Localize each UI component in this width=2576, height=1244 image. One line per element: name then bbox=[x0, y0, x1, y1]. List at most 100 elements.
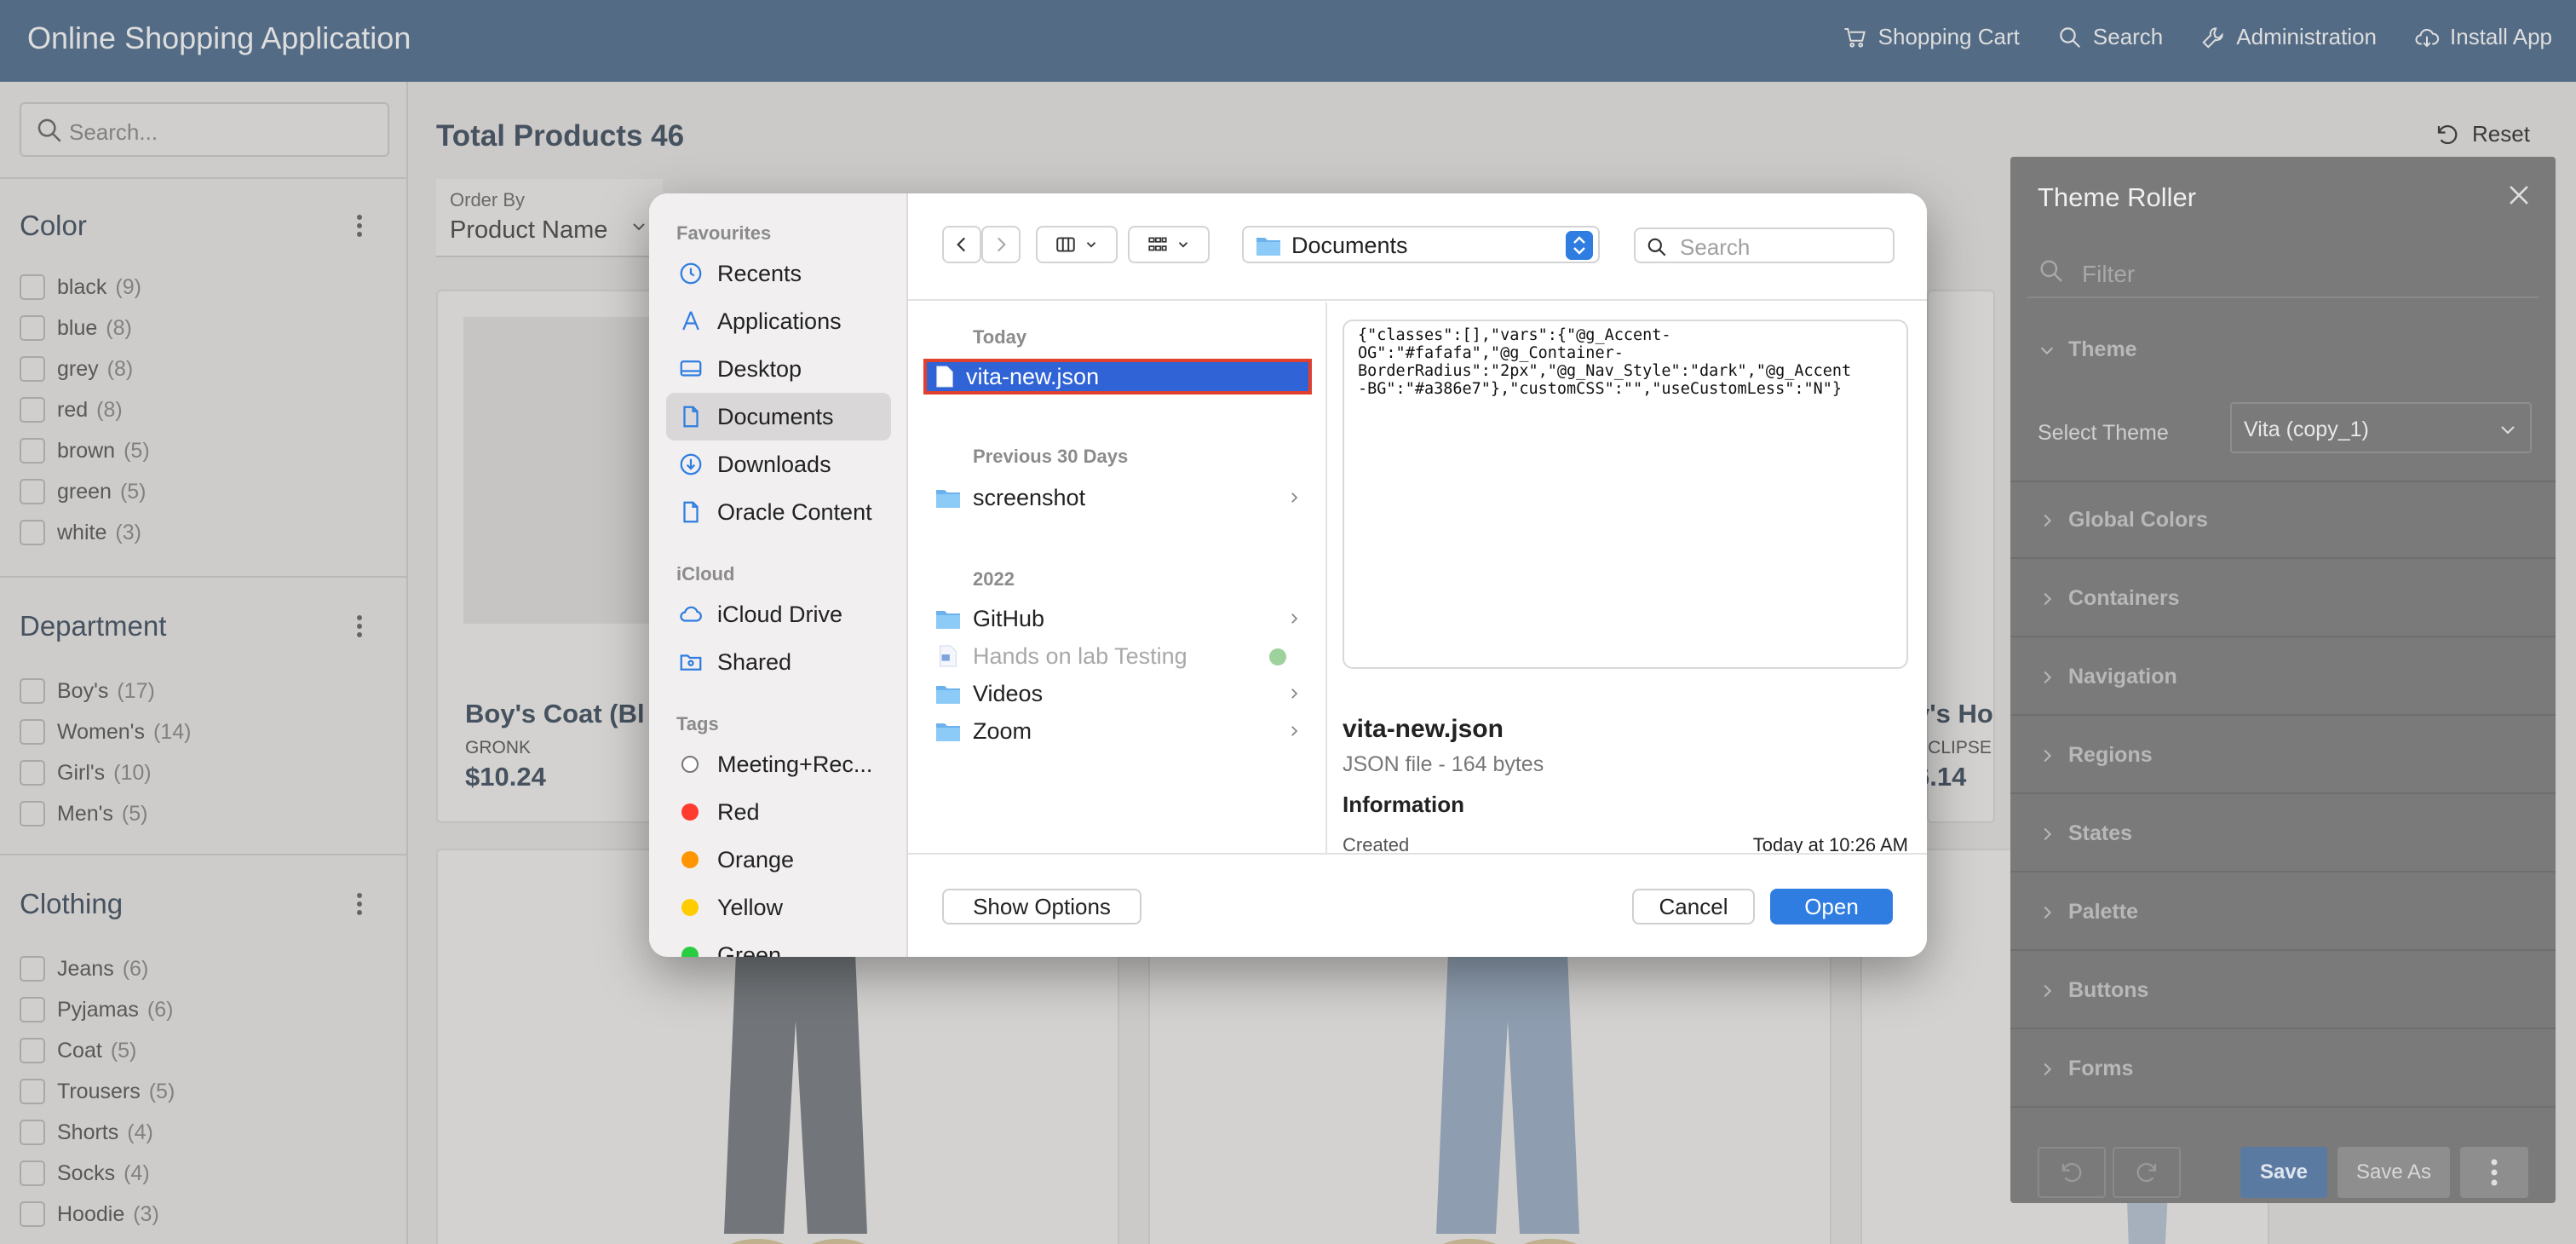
folder-row-github[interactable]: GitHub bbox=[923, 601, 1312, 636]
theme-roller-filter-input[interactable]: Filter bbox=[2027, 242, 2539, 298]
save-button[interactable]: Save bbox=[2240, 1147, 2327, 1198]
preview-information-heading: Information bbox=[1343, 792, 1464, 817]
sidebar-item-recents[interactable]: Recents bbox=[666, 250, 891, 297]
location-label: Documents bbox=[1291, 233, 1408, 258]
section-states[interactable]: States bbox=[2010, 796, 2556, 873]
undo-button[interactable] bbox=[2038, 1147, 2106, 1198]
section-label: Navigation bbox=[2068, 665, 2177, 688]
section-global-colors[interactable]: Global Colors bbox=[2010, 482, 2556, 559]
tag-color-icon bbox=[681, 803, 699, 821]
chevron-right-icon bbox=[1291, 688, 1298, 699]
chevron-right-icon bbox=[2044, 906, 2052, 919]
select-theme-row: Select Theme Vita (copy_1) bbox=[2010, 380, 2556, 482]
sidebar-item-label: iCloud Drive bbox=[717, 601, 843, 627]
section-containers[interactable]: Containers bbox=[2010, 561, 2556, 637]
sidebar-item-downloads[interactable]: Downloads bbox=[666, 441, 891, 488]
folder-row-videos[interactable]: Videos bbox=[923, 676, 1312, 711]
sidebar-item-oracle-content[interactable]: Oracle Content bbox=[666, 488, 891, 536]
file-row-hands-on-lab: Hands on lab Testing bbox=[923, 638, 1312, 674]
document-icon bbox=[683, 406, 699, 428]
back-button[interactable] bbox=[942, 226, 981, 263]
sidebar-item-label: Recents bbox=[717, 260, 802, 286]
chevron-down-icon bbox=[1178, 242, 1188, 248]
dialog-search-placeholder: Search bbox=[1680, 234, 1751, 260]
folder-icon bbox=[1256, 238, 1280, 256]
word-document-icon bbox=[940, 645, 957, 667]
sidebar-item-documents[interactable]: Documents bbox=[666, 393, 891, 441]
theme-roller-title: Theme Roller bbox=[2038, 182, 2197, 212]
group-by-button[interactable] bbox=[1128, 226, 1210, 263]
json-preview-text: {"classes":[],"vars":{"@g_Accent- OG":"#… bbox=[1358, 326, 1852, 398]
tag-color-icon bbox=[681, 947, 699, 957]
sidebar-item-shared[interactable]: Shared bbox=[666, 638, 891, 686]
tag-green[interactable]: Green bbox=[666, 931, 891, 957]
section-label: States bbox=[2068, 821, 2133, 845]
tag-label: Meeting+Rec... bbox=[717, 751, 873, 777]
forward-button[interactable] bbox=[981, 226, 1021, 263]
select-theme-value: Vita (copy_1) bbox=[2244, 418, 2369, 441]
tag-label: Orange bbox=[717, 846, 795, 873]
tag-meeting-rec[interactable]: Meeting+Rec... bbox=[666, 740, 891, 788]
file-icon bbox=[936, 366, 953, 388]
chevron-right-icon bbox=[997, 237, 1006, 252]
section-label: Palette bbox=[2068, 900, 2138, 924]
group-header-previous: Previous 30 Days bbox=[973, 446, 1129, 467]
more-options-button[interactable] bbox=[2460, 1147, 2528, 1198]
columns-view-icon bbox=[1056, 237, 1075, 252]
sidebar-item-label: Downloads bbox=[717, 451, 831, 477]
select-theme-dropdown[interactable]: Vita (copy_1) bbox=[2230, 402, 2532, 453]
file-name: vita-new.json bbox=[966, 363, 1100, 389]
folder-row-screenshot[interactable]: screenshot bbox=[923, 480, 1312, 515]
sidebar-item-label: Desktop bbox=[717, 355, 802, 382]
section-palette[interactable]: Palette bbox=[2010, 874, 2556, 951]
file-row-vita-new-json[interactable]: vita-new.json bbox=[923, 359, 1312, 395]
grid-view-icon bbox=[1148, 237, 1167, 251]
close-icon[interactable] bbox=[2504, 181, 2533, 210]
tag-label: Red bbox=[717, 798, 760, 825]
search-icon bbox=[2040, 260, 2062, 282]
section-buttons[interactable]: Buttons bbox=[2010, 953, 2556, 1029]
folder-name: Zoom bbox=[973, 717, 1032, 744]
desktop-icon bbox=[680, 360, 702, 377]
tag-color-icon bbox=[681, 756, 699, 773]
undo-icon bbox=[2061, 1162, 2082, 1183]
section-forms[interactable]: Forms bbox=[2010, 1031, 2556, 1108]
location-popup[interactable]: Documents bbox=[1242, 226, 1600, 263]
save-as-button[interactable]: Save As bbox=[2337, 1147, 2450, 1198]
chevron-right-icon bbox=[2044, 1063, 2052, 1076]
chevron-right-icon bbox=[1291, 492, 1298, 503]
redo-button[interactable] bbox=[2113, 1147, 2181, 1198]
tag-orange[interactable]: Orange bbox=[666, 836, 891, 884]
tag-yellow[interactable]: Yellow bbox=[666, 884, 891, 931]
folder-name: GitHub bbox=[973, 605, 1045, 631]
cancel-button[interactable]: Cancel bbox=[1632, 889, 1755, 924]
tag-label: Yellow bbox=[717, 894, 784, 920]
sidebar-item-icloud-drive[interactable]: iCloud Drive bbox=[666, 590, 891, 638]
sidebar-item-applications[interactable]: Applications bbox=[666, 297, 891, 345]
filter-placeholder: Filter bbox=[2082, 261, 2136, 287]
search-icon bbox=[1647, 238, 1666, 256]
cloud-icon bbox=[680, 606, 702, 622]
section-navigation[interactable]: Navigation bbox=[2010, 639, 2556, 716]
icloud-heading: iCloud bbox=[676, 563, 735, 585]
green-tag-dot-icon bbox=[1269, 648, 1286, 665]
show-options-button[interactable]: Show Options bbox=[942, 889, 1141, 924]
theme-roller-footer: Save Save As bbox=[2010, 1125, 2556, 1203]
section-theme[interactable]: Theme bbox=[2010, 312, 2556, 389]
chevron-right-icon bbox=[2044, 592, 2052, 606]
file-open-dialog: Favourites Recents Applications Desktop … bbox=[649, 193, 1927, 957]
sidebar-item-desktop[interactable]: Desktop bbox=[666, 345, 891, 393]
tag-red[interactable]: Red bbox=[666, 788, 891, 836]
file-icon bbox=[683, 501, 699, 523]
chevron-right-icon bbox=[1291, 726, 1298, 736]
folder-row-zoom[interactable]: Zoom bbox=[923, 713, 1312, 749]
chevron-left-icon bbox=[957, 237, 966, 252]
section-label: Containers bbox=[2068, 586, 2180, 610]
section-regions[interactable]: Regions bbox=[2010, 717, 2556, 794]
applications-icon bbox=[682, 311, 699, 331]
view-columns-button[interactable] bbox=[1036, 226, 1118, 263]
dialog-search-input[interactable]: Search bbox=[1634, 227, 1895, 263]
section-label: Regions bbox=[2068, 743, 2153, 767]
clock-icon bbox=[680, 262, 702, 285]
open-button[interactable]: Open bbox=[1770, 889, 1893, 924]
